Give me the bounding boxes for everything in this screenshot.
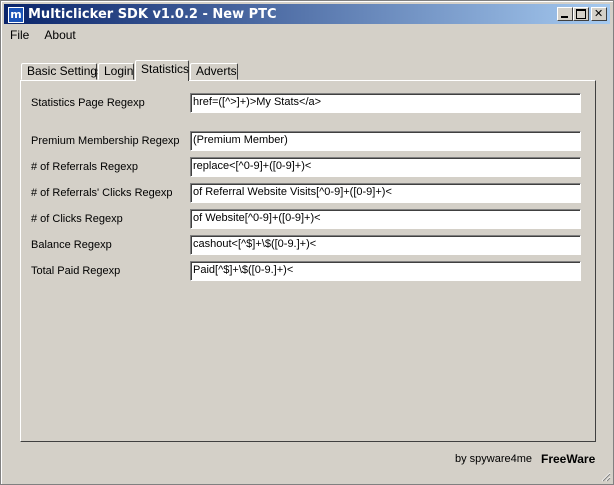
menu-about[interactable]: About (38, 26, 81, 44)
maximize-button[interactable] (573, 7, 589, 21)
statistics-panel: Statistics Page Regexp href=([^>]+)>My S… (20, 80, 596, 442)
field-row: Premium Membership Regexp (Premium Membe… (21, 131, 595, 151)
app-icon[interactable]: m (8, 7, 24, 23)
statistics-page-regexp-label: Statistics Page Regexp (31, 97, 145, 109)
tab-basic-settings[interactable]: Basic Settings (21, 63, 103, 80)
balance-regexp-input[interactable]: cashout<[^$]+\$([0-9.]+)< (190, 235, 581, 255)
field-row: Balance Regexp cashout<[^$]+\$([0-9.]+)< (21, 235, 595, 255)
resize-grip-icon[interactable] (601, 472, 611, 482)
window-title: Multiclicker SDK v1.0.2 - New PTC (28, 7, 277, 22)
close-button[interactable] (591, 7, 607, 21)
clicks-regexp-input[interactable]: of Website[^0-9]+([0-9]+)< (190, 209, 581, 229)
title-bar[interactable]: m Multiclicker SDK v1.0.2 - New PTC (4, 4, 610, 24)
total-paid-regexp-input[interactable]: Paid[^$]+\$([0-9.]+)< (190, 261, 581, 281)
field-row: Statistics Page Regexp href=([^>]+)>My S… (21, 93, 595, 113)
freeware-label: FreeWare (541, 452, 596, 466)
field-row: Total Paid Regexp Paid[^$]+\$([0-9.]+)< (21, 261, 595, 281)
tab-login[interactable]: Login (98, 63, 134, 80)
tab-statistics[interactable]: Statistics (135, 60, 189, 81)
menu-bar: File About (4, 26, 82, 44)
tab-adverts[interactable]: Adverts (190, 63, 238, 80)
field-row: # of Referrals' Clicks Regexp of Referra… (21, 183, 595, 203)
total-paid-regexp-label: Total Paid Regexp (31, 265, 121, 277)
minimize-button[interactable] (557, 7, 573, 21)
field-row: # of Referrals Regexp replace<[^0-9]+([0… (21, 157, 595, 177)
author-credit: by spyware4me (455, 453, 533, 465)
premium-membership-regexp-input[interactable]: (Premium Member) (190, 131, 581, 151)
referrals-regexp-label: # of Referrals Regexp (31, 161, 138, 173)
field-row: # of Clicks Regexp of Website[^0-9]+([0-… (21, 209, 595, 229)
balance-regexp-label: Balance Regexp (31, 239, 112, 251)
app-window: m Multiclicker SDK v1.0.2 - New PTC File… (0, 0, 614, 485)
clicks-regexp-label: # of Clicks Regexp (31, 213, 123, 225)
referrals-regexp-input[interactable]: replace<[^0-9]+([0-9]+)< (190, 157, 581, 177)
referrals-clicks-regexp-label: # of Referrals' Clicks Regexp (31, 187, 173, 199)
referrals-clicks-regexp-input[interactable]: of Referral Website Visits[^0-9]+([0-9]+… (190, 183, 581, 203)
statistics-page-regexp-input[interactable]: href=([^>]+)>My Stats</a> (190, 93, 581, 113)
premium-membership-regexp-label: Premium Membership Regexp (31, 135, 180, 147)
menu-file[interactable]: File (4, 26, 35, 44)
